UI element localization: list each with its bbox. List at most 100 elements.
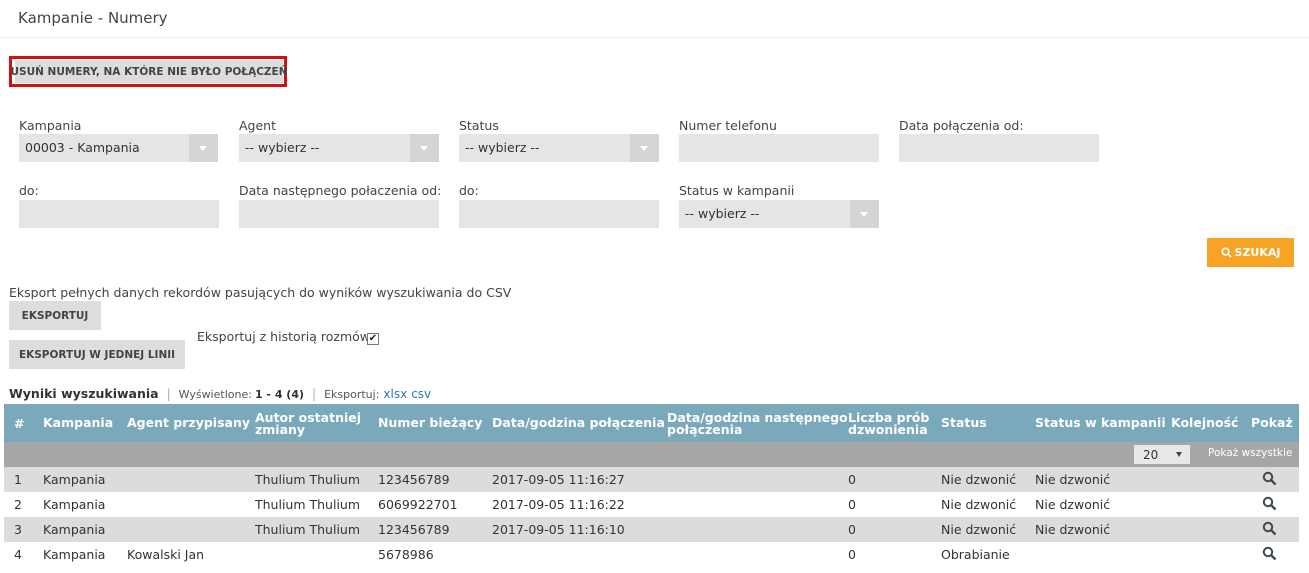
page-size-select[interactable]: 20 <box>1134 445 1190 464</box>
agent-select[interactable]: -- wybierz -- <box>239 134 439 162</box>
magnifier-icon[interactable] <box>1262 546 1277 561</box>
cell-campaign-status: Nie dzwonić <box>1035 472 1111 487</box>
cell-campaign: Kampania <box>43 497 106 512</box>
cell-status: Nie dzwonić <box>941 497 1017 512</box>
page-size-value: 20 <box>1143 448 1159 462</box>
campaign-status-label: Status w kampanii <box>679 183 795 198</box>
magnifier-icon[interactable] <box>1262 496 1277 511</box>
status-select-value: -- wybierz -- <box>465 140 540 155</box>
next-from-input[interactable] <box>239 200 439 228</box>
col-author-line2[interactable]: zmiany <box>255 423 305 436</box>
table-row: 2 Kampania Thulium Thulium 6069922701 20… <box>4 492 1299 517</box>
remove-unconnected-numbers-button[interactable]: USUŃ NUMERY, NA KTÓRE NIE BYŁO POŁĄCZEŃ <box>11 60 288 83</box>
status-label: Status <box>459 118 499 133</box>
cell-attempts: 0 <box>848 547 856 562</box>
export-formats-label: Eksportuj: <box>324 388 380 401</box>
search-icon <box>1220 247 1232 258</box>
results-title: Wyniki wyszukiwania <box>9 386 159 401</box>
export-single-line-button[interactable]: EKSPORTUJ W JEDNEJ LINII <box>9 340 185 369</box>
cell-status: Obrabianie <box>941 547 1010 562</box>
cell-num: 1 <box>14 472 22 487</box>
chevron-down-icon <box>189 134 218 162</box>
col-agent[interactable]: Agent przypisany <box>127 416 250 429</box>
cell-status: Nie dzwonić <box>941 522 1017 537</box>
col-status[interactable]: Status <box>941 416 987 429</box>
table-row: 4 Kampania Kowalski Jan 5678986 0 Obrabi… <box>4 542 1299 567</box>
next-from-label: Data następnego połaczenia od: <box>239 183 442 198</box>
status-select[interactable]: -- wybierz -- <box>459 134 659 162</box>
export-xlsx-link[interactable]: xlsx <box>383 387 407 401</box>
cell-num: 2 <box>14 497 22 512</box>
cell-datetime: 2017-09-05 11:16:22 <box>492 497 625 512</box>
col-next-line2[interactable]: połączenia <box>667 423 742 436</box>
magnifier-icon[interactable] <box>1262 471 1277 486</box>
campaign-status-select-value: -- wybierz -- <box>685 206 760 221</box>
cell-num: 3 <box>14 522 22 537</box>
cell-datetime: 2017-09-05 11:16:10 <box>492 522 625 537</box>
shown-value: 1 - 4 (4) <box>254 388 305 401</box>
phone-input[interactable] <box>679 134 879 162</box>
cell-number: 123456789 <box>378 472 450 487</box>
title-divider <box>0 37 1309 38</box>
cell-number: 6069922701 <box>378 497 458 512</box>
date-to-label: do: <box>19 183 39 198</box>
cell-campaign: Kampania <box>43 522 106 537</box>
cell-campaign-status: Nie dzwonić <box>1035 522 1111 537</box>
cell-author: Thulium Thulium <box>255 522 361 537</box>
page-title: Kampanie - Numery <box>18 9 168 27</box>
table-toolbar <box>4 442 1299 467</box>
campaign-select-value: 00003 - Kampania <box>25 140 140 155</box>
separator: | <box>166 387 171 401</box>
show-all-link[interactable]: Pokaż wszystkie <box>1208 447 1292 459</box>
export-history-checkbox[interactable]: ✔ <box>367 333 379 345</box>
search-button[interactable]: SZUKAJ <box>1207 238 1294 267</box>
col-num[interactable]: # <box>14 417 24 430</box>
date-from-input[interactable] <box>899 134 1099 162</box>
export-csv-link[interactable]: csv <box>411 387 431 401</box>
next-to-input[interactable] <box>459 200 659 228</box>
agent-label: Agent <box>239 118 276 133</box>
campaign-label: Kampania <box>19 118 82 133</box>
cell-number: 123456789 <box>378 522 450 537</box>
col-number[interactable]: Numer bieżący <box>378 416 482 429</box>
table-header: # Kampania Agent przypisany Autor ostatn… <box>4 404 1299 442</box>
cell-author: Thulium Thulium <box>255 472 361 487</box>
cell-author: Thulium Thulium <box>255 497 361 512</box>
table-row: 3 Kampania Thulium Thulium 123456789 201… <box>4 517 1299 542</box>
cell-agent: Kowalski Jan <box>127 547 205 562</box>
date-to-input[interactable] <box>19 200 219 228</box>
cell-attempts: 0 <box>848 497 856 512</box>
cell-datetime: 2017-09-05 11:16:27 <box>492 472 625 487</box>
next-to-label: do: <box>459 183 479 198</box>
cell-campaign-status: Nie dzwonić <box>1035 497 1111 512</box>
campaign-status-select[interactable]: -- wybierz -- <box>679 200 879 228</box>
cell-number: 5678986 <box>378 547 434 562</box>
agent-select-value: -- wybierz -- <box>245 140 320 155</box>
cell-campaign: Kampania <box>43 547 106 562</box>
chevron-down-icon <box>410 134 439 162</box>
results-bar: Wyniki wyszukiwania | Wyświetlone: 1 - 4… <box>9 386 431 401</box>
cell-attempts: 0 <box>848 472 856 487</box>
export-button[interactable]: EKSPORTUJ <box>9 301 101 330</box>
cell-attempts: 0 <box>848 522 856 537</box>
export-history-label: Eksportuj z historią rozmów <box>197 329 370 344</box>
chevron-down-icon <box>850 200 879 228</box>
chevron-down-icon <box>630 134 659 162</box>
campaign-select[interactable]: 00003 - Kampania <box>19 134 218 162</box>
date-from-label: Data połączenia od: <box>899 118 1024 133</box>
cell-campaign: Kampania <box>43 472 106 487</box>
col-order[interactable]: Kolejność <box>1171 416 1238 429</box>
phone-label: Numer telefonu <box>679 118 777 133</box>
col-campaign-status[interactable]: Status w kampanii <box>1035 416 1166 429</box>
shown-label: Wyświetlone: <box>178 388 252 401</box>
cell-status: Nie dzwonić <box>941 472 1017 487</box>
col-attempts-line2[interactable]: dzwonienia <box>848 423 928 436</box>
col-campaign[interactable]: Kampania <box>43 416 113 429</box>
table-row: 1 Kampania Thulium Thulium 123456789 201… <box>4 467 1299 492</box>
col-datetime[interactable]: Data/godzina połączenia <box>492 416 665 429</box>
cell-num: 4 <box>14 547 22 562</box>
separator: | <box>312 387 317 401</box>
export-description: Eksport pełnych danych rekordów pasujący… <box>9 285 512 300</box>
magnifier-icon[interactable] <box>1262 521 1277 536</box>
col-show: Pokaż <box>1251 415 1293 430</box>
